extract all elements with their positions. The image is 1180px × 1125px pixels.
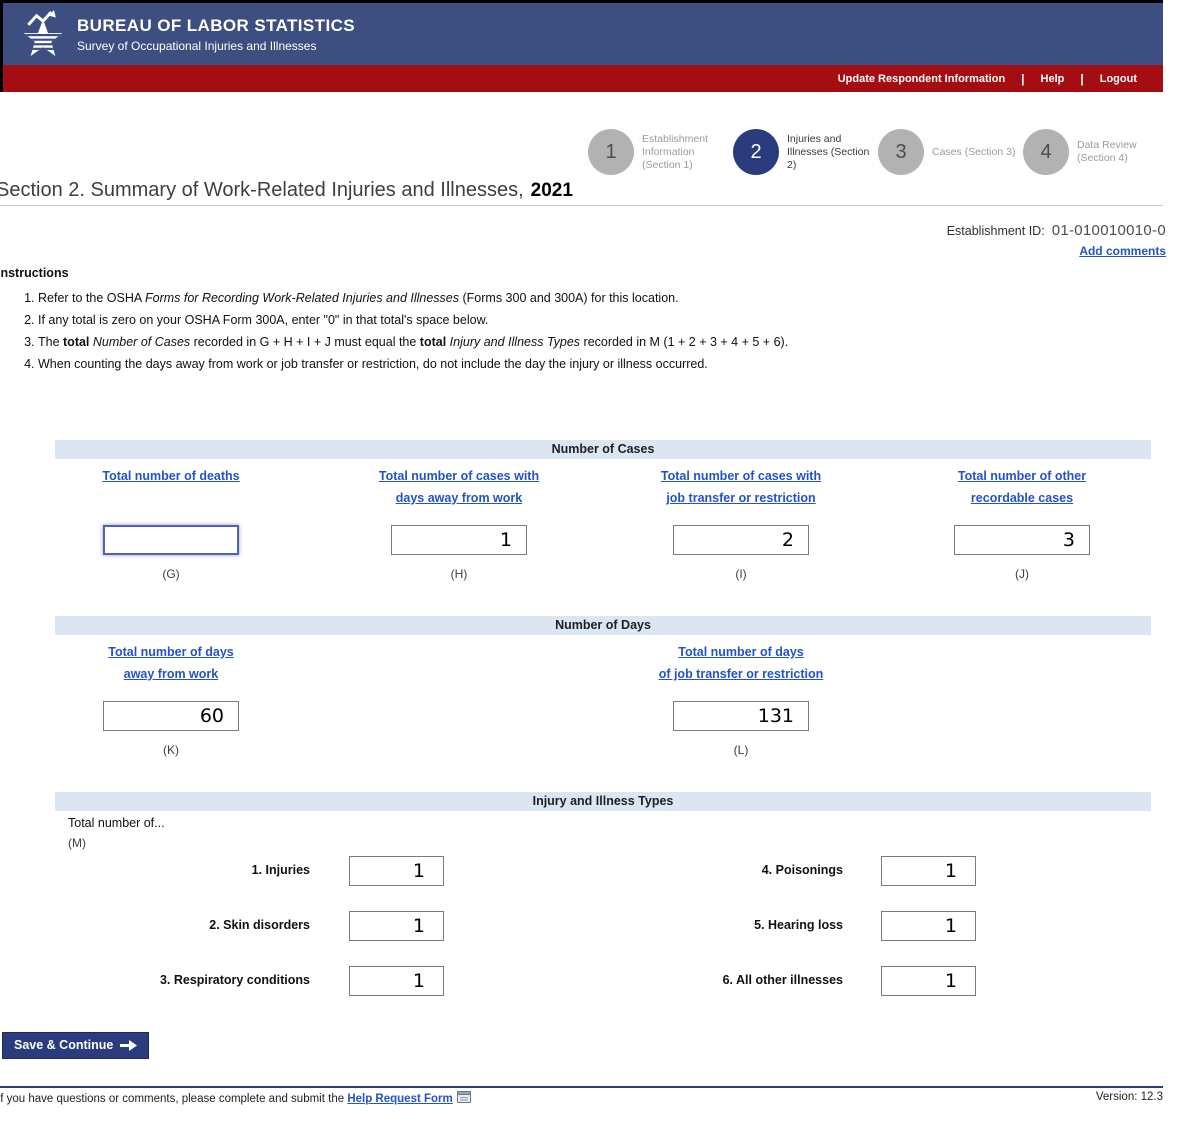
- field-letter-I: (I): [601, 567, 881, 581]
- number-of-cases-header: Number of Cases: [55, 440, 1151, 459]
- label-skin-disorders: 2. Skin disorders: [55, 918, 310, 932]
- input-other-recordable-J[interactable]: [954, 525, 1090, 555]
- step-injuries-illnesses: 2 Injuries and Illnesses (Section 2): [733, 129, 878, 175]
- step-1-circle[interactable]: 1: [588, 129, 634, 175]
- field-letter-L: (L): [601, 743, 881, 757]
- days-away-from-work-link[interactable]: Total number of daysaway from work: [31, 641, 311, 685]
- field-letter-G: (G): [31, 567, 311, 581]
- establishment-id-block: Establishment ID: 01-010010010-0 Add comm…: [947, 222, 1166, 260]
- app-subtitle: Survey of Occupational Injuries and Illn…: [77, 39, 355, 53]
- injury-illness-types-header: Injury and Illness Types: [55, 792, 1151, 811]
- arrow-right-icon: [120, 1040, 137, 1051]
- step-4-label: Data Review (Section 4): [1077, 139, 1163, 165]
- instructions-list: Refer to the OSHA Forms for Recording Wo…: [0, 287, 1163, 375]
- establishment-id-label: Establishment ID:: [947, 224, 1045, 238]
- step-1-label: Establishment Information (Section 1): [642, 133, 728, 172]
- label-injuries: 1. Injuries: [55, 863, 310, 877]
- help-link[interactable]: Help: [1041, 73, 1065, 85]
- cases-column-deaths: Total number of deaths (G): [31, 465, 311, 581]
- instruction-item: The total Number of Cases recorded in G …: [38, 331, 1163, 353]
- step-4-circle[interactable]: 4: [1023, 129, 1069, 175]
- add-comments-link[interactable]: Add comments: [1079, 244, 1166, 258]
- input-injuries[interactable]: [349, 856, 444, 886]
- section-title-row: Section 2. Summary of Work-Related Injur…: [0, 179, 1163, 206]
- nav-separator: |: [1080, 72, 1083, 86]
- step-3-label: Cases (Section 3): [932, 146, 1018, 159]
- cases-column-other-recordable: Total number of otherrecordable cases (J…: [882, 465, 1162, 581]
- input-days-away-from-work-K[interactable]: [103, 701, 239, 731]
- header-text: BUREAU OF LABOR STATISTICS Survey of Occ…: [77, 16, 355, 53]
- days-job-transfer-link[interactable]: Total number of daysof job transfer or r…: [601, 641, 881, 685]
- page-title: Section 2. Summary of Work-Related Injur…: [0, 179, 573, 201]
- other-recordable-cases-link[interactable]: Total number of otherrecordable cases: [882, 465, 1162, 509]
- field-letter-H: (H): [319, 567, 599, 581]
- page: BUREAU OF LABOR STATISTICS Survey of Occ…: [0, 0, 1180, 1125]
- window-chrome: BUREAU OF LABOR STATISTICS Survey of Occ…: [0, 0, 1163, 92]
- instructions-heading: Instructions: [0, 266, 1163, 280]
- footer-help-text: If you have questions or comments, pleas…: [0, 1093, 471, 1105]
- app-title: BUREAU OF LABOR STATISTICS: [77, 16, 355, 36]
- top-nav: Update Respondent Information | Help | L…: [3, 65, 1163, 92]
- input-cases-job-transfer-I[interactable]: [673, 525, 809, 555]
- label-poisonings: 4. Poisonings: [615, 863, 843, 877]
- help-request-form-link[interactable]: Help Request Form: [347, 1093, 452, 1105]
- instruction-item: Refer to the OSHA Forms for Recording Wo…: [38, 287, 1163, 309]
- save-continue-button[interactable]: Save & Continue: [2, 1032, 149, 1059]
- new-window-icon: [457, 1091, 471, 1103]
- number-of-days-section: Number of Days Total number of daysaway …: [55, 616, 1151, 766]
- bls-star-logo-icon: [21, 10, 65, 58]
- label-all-other-illnesses: 6. All other illnesses: [615, 973, 843, 987]
- instructions: Instructions Refer to the OSHA Forms for…: [0, 266, 1163, 375]
- number-of-cases-section: Number of Cases Total number of deaths (…: [55, 440, 1151, 590]
- input-hearing-loss[interactable]: [881, 911, 976, 941]
- step-cases: 3 Cases (Section 3): [878, 129, 1023, 175]
- input-respiratory-conditions[interactable]: [349, 966, 444, 996]
- days-column-job-transfer: Total number of daysof job transfer or r…: [601, 641, 881, 757]
- step-2-label: Injuries and Illnesses (Section 2): [787, 133, 873, 172]
- label-hearing-loss: 5. Hearing loss: [615, 918, 843, 932]
- step-data-review: 4 Data Review (Section 4): [1023, 129, 1168, 175]
- step-3-circle[interactable]: 3: [878, 129, 924, 175]
- input-total-deaths-G[interactable]: [103, 525, 239, 555]
- step-establishment-information: 1 Establishment Information (Section 1): [588, 129, 733, 175]
- field-letter-J: (J): [882, 567, 1162, 581]
- number-of-days-header: Number of Days: [55, 616, 1151, 635]
- survey-year: 2021: [531, 180, 573, 201]
- label-respiratory-conditions: 3. Respiratory conditions: [55, 973, 310, 987]
- nav-separator: |: [1021, 72, 1024, 86]
- cases-column-days-away: Total number of cases withdays away from…: [319, 465, 599, 581]
- version-text: Version: 12.3: [1096, 1091, 1163, 1103]
- input-cases-days-away-H[interactable]: [391, 525, 527, 555]
- save-continue-label: Save & Continue: [14, 1038, 113, 1052]
- progress-steps: 1 Establishment Information (Section 1) …: [588, 129, 1168, 175]
- input-poisonings[interactable]: [881, 856, 976, 886]
- input-all-other-illnesses[interactable]: [881, 966, 976, 996]
- days-column-away-from-work: Total number of daysaway from work (K): [31, 641, 311, 757]
- types-intro: Total number of...: [68, 816, 165, 830]
- step-2-circle[interactable]: 2: [733, 129, 779, 175]
- instruction-item: When counting the days away from work or…: [38, 353, 1163, 375]
- total-deaths-link[interactable]: Total number of deaths: [31, 465, 311, 509]
- injury-illness-types-section: Injury and Illness Types Total number of…: [55, 792, 1151, 1007]
- cases-column-job-transfer: Total number of cases withjob transfer o…: [601, 465, 881, 581]
- cases-days-away-link[interactable]: Total number of cases withdays away from…: [319, 465, 599, 509]
- footer: Version: 12.3 If you have questions or c…: [0, 1086, 1163, 1105]
- input-skin-disorders[interactable]: [349, 911, 444, 941]
- logout-link[interactable]: Logout: [1100, 73, 1137, 85]
- field-letter-K: (K): [31, 743, 311, 757]
- cases-job-transfer-link[interactable]: Total number of cases withjob transfer o…: [601, 465, 881, 509]
- establishment-id-value: 01-010010010-0: [1052, 222, 1166, 239]
- instruction-item: If any total is zero on your OSHA Form 3…: [38, 309, 1163, 331]
- app-header: BUREAU OF LABOR STATISTICS Survey of Occ…: [3, 3, 1163, 65]
- update-respondent-link[interactable]: Update Respondent Information: [838, 73, 1005, 85]
- field-letter-M: (M): [68, 836, 86, 850]
- input-days-job-transfer-L[interactable]: [673, 701, 809, 731]
